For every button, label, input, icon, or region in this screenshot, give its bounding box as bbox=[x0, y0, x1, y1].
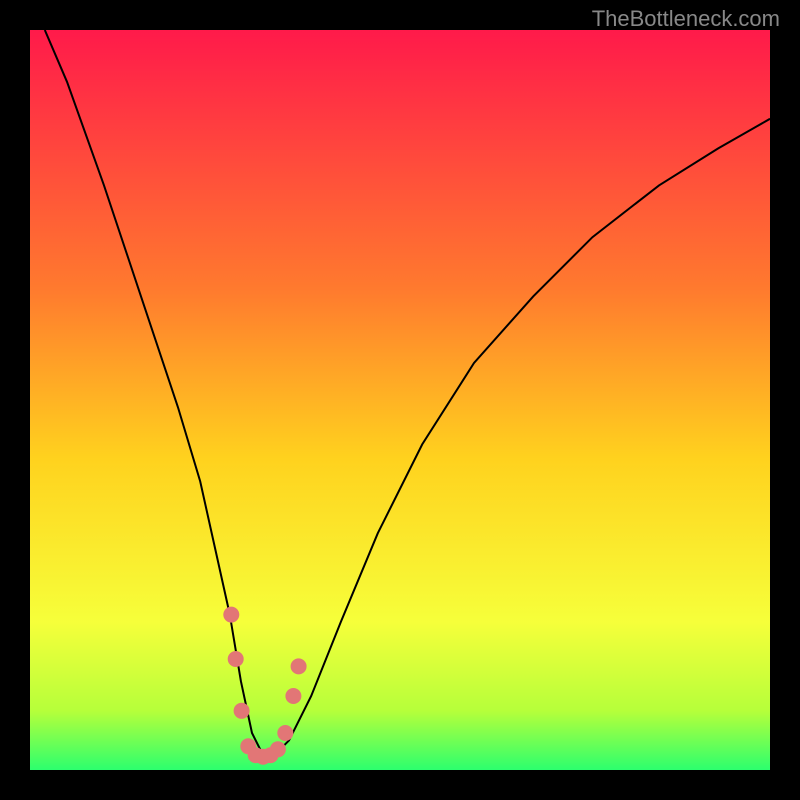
curve-marker bbox=[277, 725, 293, 741]
curve-marker bbox=[291, 658, 307, 674]
curve-marker bbox=[228, 651, 244, 667]
chart-frame: TheBottleneck.com bbox=[0, 0, 800, 800]
plot-area bbox=[30, 30, 770, 770]
marker-group bbox=[223, 607, 306, 765]
bottleneck-curve bbox=[45, 30, 770, 755]
curve-layer bbox=[30, 30, 770, 770]
curve-marker bbox=[270, 741, 286, 757]
curve-marker bbox=[285, 688, 301, 704]
watermark-text: TheBottleneck.com bbox=[592, 6, 780, 32]
curve-marker bbox=[234, 703, 250, 719]
curve-marker bbox=[223, 607, 239, 623]
